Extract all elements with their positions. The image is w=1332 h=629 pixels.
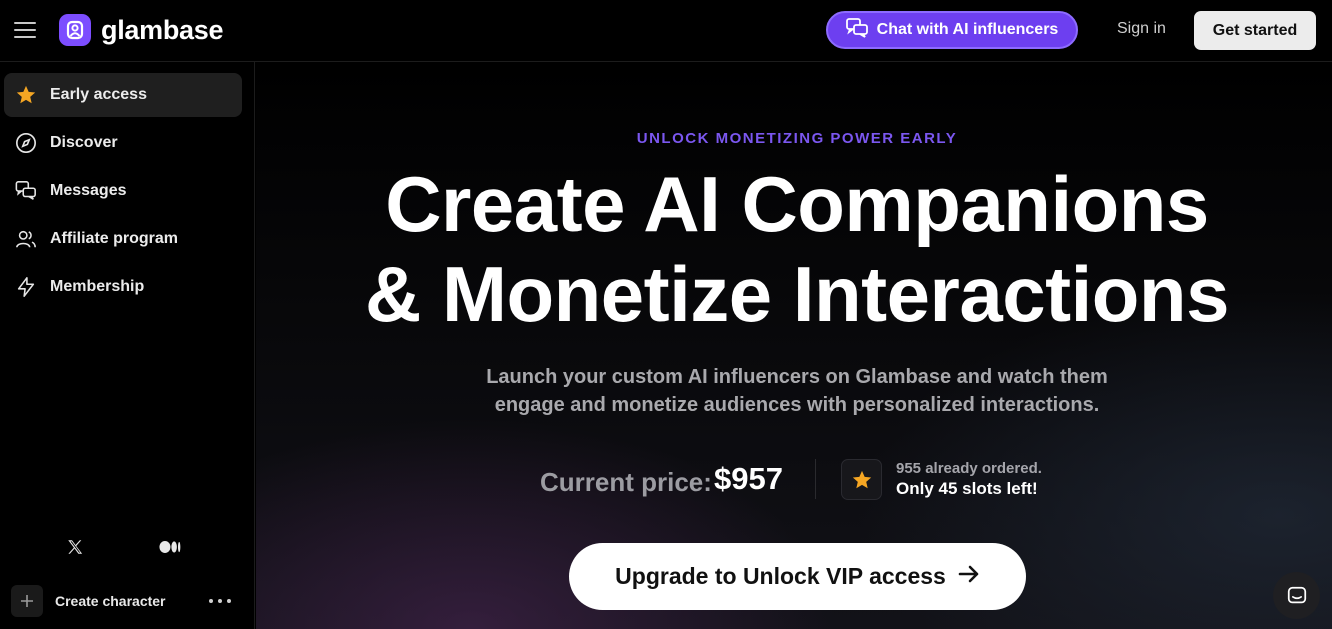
- cta-label: Upgrade to Unlock VIP access: [615, 563, 946, 589]
- glambase-logo-icon: [59, 14, 91, 46]
- medium-icon[interactable]: [158, 536, 182, 558]
- chat-button-label: Chat with AI influencers: [876, 21, 1059, 38]
- price-label: Current price:: [540, 467, 712, 497]
- messages-icon: [14, 179, 38, 203]
- sidebar-item-discover[interactable]: Discover: [4, 121, 242, 165]
- sidebar-item-label: Membership: [50, 278, 145, 295]
- hero-eyebrow: UNLOCK MONETIZING POWER EARLY: [636, 130, 958, 147]
- headline-line-1: Create AI Companions: [385, 160, 1209, 248]
- price-value: $957: [714, 461, 783, 496]
- sidebar-item-label: Affiliate program: [50, 230, 179, 247]
- sidebar-item-messages[interactable]: Messages: [4, 169, 242, 213]
- x-icon[interactable]: [64, 536, 86, 558]
- sidebar-item-label: Messages: [50, 182, 127, 199]
- brand-name: glambase: [101, 14, 224, 45]
- sidebar: Early access Discover Messages Affiliate…: [0, 62, 255, 629]
- slots-left-text: Only 45 slots left!: [896, 479, 1038, 498]
- hero-section: UNLOCK MONETIZING POWER EARLY Create AI …: [256, 63, 1332, 629]
- subhead-line-1: Launch your custom AI influencers on Gla…: [486, 366, 1108, 388]
- sign-in-link[interactable]: Sign in: [1117, 20, 1166, 38]
- star-badge-icon: [841, 459, 882, 500]
- brand-logo[interactable]: glambase: [59, 14, 223, 46]
- price-row: Current price: $957 955 already ordered.…: [256, 459, 1332, 505]
- create-character-link[interactable]: Create character: [55, 593, 166, 609]
- divider: [815, 459, 816, 499]
- compass-icon: [14, 131, 38, 155]
- hero-subheading: Launch your custom AI influencers on Gla…: [256, 363, 1332, 419]
- create-character-plus-icon[interactable]: [11, 585, 43, 617]
- top-bar: glambase Chat with AI influencers Sign i…: [0, 0, 1332, 62]
- get-started-button[interactable]: Get started: [1194, 11, 1316, 50]
- headline-line-2: & Monetize Interactions: [365, 250, 1229, 338]
- sidebar-item-membership[interactable]: Membership: [4, 265, 242, 309]
- upgrade-vip-button[interactable]: Upgrade to Unlock VIP access: [569, 543, 1026, 610]
- sidebar-item-affiliate-program[interactable]: Affiliate program: [4, 217, 242, 261]
- chat-bubbles-icon: [845, 17, 868, 43]
- sidebar-item-label: Discover: [50, 134, 118, 151]
- star-icon: [14, 83, 38, 107]
- users-icon: [14, 227, 38, 251]
- more-options-icon[interactable]: [209, 596, 231, 606]
- support-chat-icon[interactable]: [1273, 572, 1320, 619]
- sidebar-item-label: Early access: [50, 86, 147, 103]
- ordered-count-text: 955 already ordered.: [896, 460, 1042, 477]
- arrow-right-icon: [958, 563, 980, 590]
- lightning-icon: [14, 275, 38, 299]
- sidebar-item-early-access[interactable]: Early access: [4, 73, 242, 117]
- hero-headline: Create AI Companions & Monetize Interact…: [256, 159, 1332, 339]
- chat-with-ai-influencers-button[interactable]: Chat with AI influencers: [826, 11, 1078, 49]
- subhead-line-2: engage and monetize audiences with perso…: [494, 394, 1100, 416]
- hamburger-menu-icon[interactable]: [14, 22, 36, 38]
